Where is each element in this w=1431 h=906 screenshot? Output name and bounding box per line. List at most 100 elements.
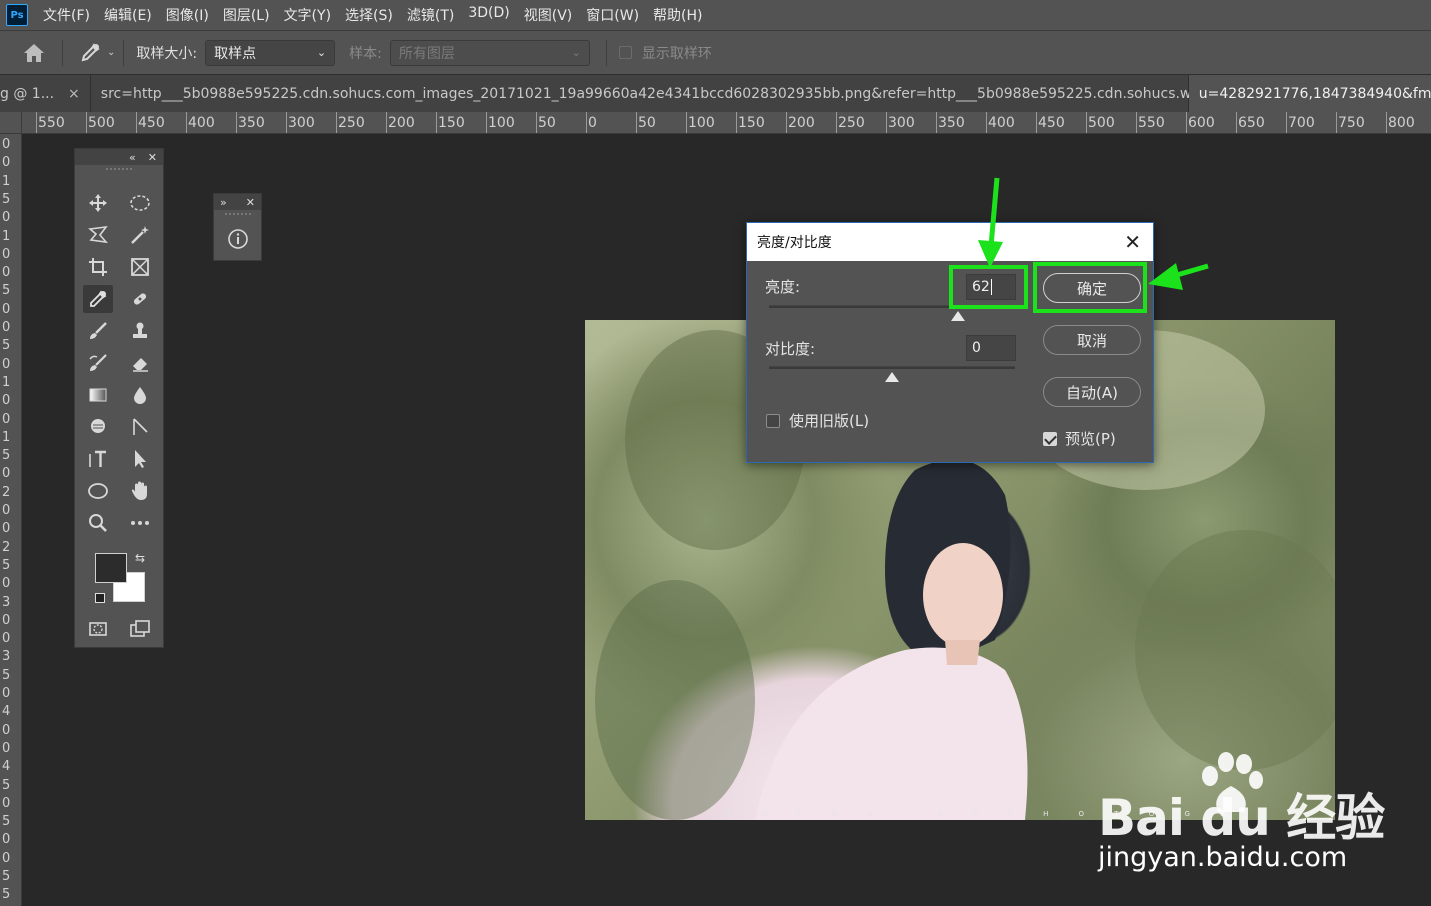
close-icon[interactable]: × — [68, 86, 80, 102]
move-tool[interactable] — [83, 189, 113, 217]
baidu-watermark: Bai du 经验 jingyan.baidu.com — [1098, 752, 1398, 880]
foreground-color-swatch[interactable] — [95, 553, 127, 583]
ruler-label: 0 — [2, 740, 11, 756]
ruler-label: 500 — [88, 115, 115, 131]
ruler-tick — [236, 112, 237, 133]
hand-icon — [131, 481, 147, 500]
tools-panel-header[interactable]: « ✕ — [75, 149, 163, 165]
auto-button[interactable]: 自动(A) — [1043, 377, 1141, 407]
brush-tool[interactable] — [83, 317, 113, 345]
ruler-label: 0 — [2, 393, 11, 409]
polygon-lasso-icon — [88, 225, 108, 244]
more-tools[interactable] — [125, 509, 155, 537]
ruler-tick — [786, 112, 787, 133]
info-icon[interactable] — [227, 228, 249, 250]
default-colors-icon[interactable] — [95, 593, 105, 603]
sample-select[interactable]: 所有图层 ⌄ — [389, 39, 590, 66]
healing-brush-tool[interactable] — [125, 285, 155, 313]
close-icon[interactable]: ✕ — [1124, 232, 1141, 252]
menu-type[interactable]: 文字(Y) — [277, 5, 338, 25]
ruler-label: 2 — [2, 484, 11, 500]
dialog-titlebar[interactable]: 亮度/对比度 ✕ — [747, 223, 1153, 261]
doc-tab-2[interactable]: src=http___5b0988e595225.cdn.sohucs.com_… — [91, 75, 1270, 112]
chevron-down-icon: ⌄ — [316, 46, 327, 59]
close-icon[interactable]: ✕ — [148, 151, 157, 164]
ruler-label: 0 — [2, 832, 11, 848]
ruler-corner — [0, 112, 22, 134]
crop-tool[interactable] — [83, 253, 113, 281]
menu-select[interactable]: 选择(S) — [338, 5, 400, 25]
legacy-checkbox[interactable] — [766, 414, 780, 428]
contrast-slider-thumb[interactable] — [885, 372, 899, 382]
menu-filter[interactable]: 滤镜(T) — [400, 5, 461, 25]
ruler-label: 1 — [2, 173, 11, 189]
ruler-tick — [1386, 112, 1387, 133]
swap-colors-icon[interactable]: ⇆ — [135, 551, 145, 565]
ruler-label: 50 — [538, 115, 556, 131]
path-selection-tool[interactable] — [125, 413, 155, 441]
screen-mode-button[interactable] — [125, 615, 155, 643]
ruler-tick — [686, 112, 687, 133]
menu-edit[interactable]: 编辑(E) — [97, 5, 159, 25]
contrast-input[interactable]: 0 — [966, 335, 1016, 361]
quick-mask-icon — [89, 622, 107, 636]
ruler-label: 0 — [2, 686, 11, 701]
brightness-slider-thumb[interactable] — [951, 311, 966, 321]
ruler-label: 150 — [438, 115, 465, 131]
cancel-button[interactable]: 取消 — [1043, 325, 1141, 355]
history-brush-tool[interactable] — [83, 349, 113, 377]
ruler-label: 5 — [2, 777, 11, 793]
home-icon[interactable] — [22, 42, 46, 64]
ruler-label: 0 — [2, 503, 11, 518]
eyedropper-tool[interactable] — [83, 285, 113, 313]
doc-tab-3[interactable]: u=4282921776,1847384940&fm=2 — [1188, 75, 1431, 112]
menu-layer[interactable]: 图层(L) — [216, 5, 277, 25]
expand-icon[interactable]: » — [220, 196, 227, 209]
lasso-tool[interactable] — [83, 221, 113, 249]
info-panel-header[interactable]: » ✕ — [214, 194, 261, 210]
eraser-tool[interactable] — [125, 349, 155, 377]
ruler-tick — [286, 112, 287, 133]
menu-window[interactable]: 窗口(W) — [579, 5, 646, 25]
magic-wand-tool[interactable] — [125, 221, 155, 249]
menu-image[interactable]: 图像(I) — [159, 5, 216, 25]
menu-help[interactable]: 帮助(H) — [646, 5, 709, 25]
menu-file[interactable]: 文件(F) — [36, 5, 97, 25]
menu-view[interactable]: 视图(V) — [517, 5, 580, 25]
contrast-slider-track[interactable] — [769, 366, 1015, 369]
close-icon[interactable]: ✕ — [246, 196, 255, 209]
path-selection-icon — [133, 418, 148, 435]
blur-tool[interactable] — [125, 381, 155, 409]
stamp-tool[interactable] — [125, 317, 155, 345]
doc-tab-1[interactable]: g @ 1... × — [0, 75, 91, 112]
type-tool[interactable] — [83, 445, 113, 473]
panel-grip[interactable] — [224, 213, 251, 221]
ruler-tick — [1036, 112, 1037, 133]
ok-button-highlight — [1033, 262, 1147, 313]
zoom-tool[interactable] — [83, 509, 113, 537]
show-ring-label: 显示取样环 — [641, 45, 712, 62]
gradient-tool[interactable] — [83, 381, 113, 409]
ruler-tick — [86, 112, 87, 133]
eyedropper-icon — [90, 290, 107, 307]
ruler-label: 5 — [2, 338, 11, 354]
ruler-tick — [936, 112, 937, 133]
ruler-label: 500 — [1088, 115, 1115, 131]
frame-tool[interactable] — [125, 253, 155, 281]
collapse-icon[interactable]: « — [129, 151, 136, 164]
marquee-tool[interactable] — [125, 189, 155, 217]
show-ring-checkbox[interactable] — [618, 46, 632, 59]
hand-tool[interactable] — [125, 477, 155, 505]
ruler-label: 5 — [2, 667, 11, 683]
sample-size-select[interactable]: 取样点 ⌄ — [205, 39, 336, 66]
direct-select-tool[interactable] — [125, 445, 155, 473]
legacy-label: 使用旧版(L) — [789, 412, 870, 430]
dodge-tool[interactable] — [83, 413, 113, 441]
panel-grip[interactable] — [106, 168, 132, 176]
preview-checkbox[interactable] — [1043, 432, 1057, 446]
eyedropper-tool-preset-icon[interactable]: ⌄ — [79, 42, 115, 64]
menu-3d[interactable]: 3D(D) — [461, 5, 516, 25]
shape-tool[interactable] — [83, 477, 113, 505]
quick-mask-button[interactable] — [83, 615, 113, 643]
ruler-tick — [186, 112, 187, 133]
